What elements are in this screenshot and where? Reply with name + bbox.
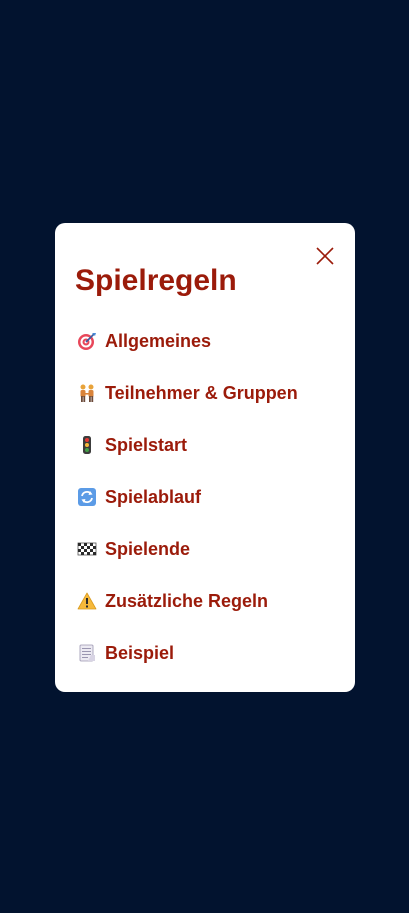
- modal-title: Spielregeln: [75, 264, 237, 297]
- checkered-flag-icon: [77, 539, 97, 559]
- menu-item-label: Spielstart: [105, 434, 188, 455]
- people-holding-hands-icon: [77, 383, 97, 403]
- menu-item-label: Teilnehmer & Gruppen: [105, 382, 298, 403]
- menu-item-beispiel[interactable]: Beispiel: [77, 639, 298, 667]
- menu-item-label: Allgemeines: [105, 330, 212, 351]
- document-icon: [77, 643, 97, 663]
- close-button[interactable]: [315, 246, 335, 266]
- menu-item-label: Spielablauf: [105, 486, 202, 507]
- menu-item-teilnehmer[interactable]: Teilnehmer & Gruppen: [77, 379, 298, 407]
- menu-item-spielablauf[interactable]: Spielablauf: [77, 483, 298, 511]
- menu-item-spielstart[interactable]: Spielstart: [77, 431, 298, 459]
- rules-modal: Spielregeln Allgemeines Teilnehmer & Gru…: [55, 223, 355, 692]
- refresh-icon: [77, 487, 97, 507]
- menu-item-label: Spielende: [105, 538, 191, 559]
- target-icon: [77, 331, 97, 351]
- traffic-light-icon: [77, 435, 97, 455]
- warning-icon: [77, 591, 97, 611]
- menu-item-label: Zusätzliche Regeln: [105, 590, 269, 611]
- close-icon: [316, 247, 334, 265]
- menu-item-allgemeines[interactable]: Allgemeines: [77, 327, 298, 355]
- menu-item-label: Beispiel: [105, 642, 175, 663]
- rules-menu: Allgemeines Teilnehmer & Gruppen Spielst…: [77, 327, 298, 691]
- menu-item-spielende[interactable]: Spielende: [77, 535, 298, 563]
- menu-item-zusaetzliche-regeln[interactable]: Zusätzliche Regeln: [77, 587, 298, 615]
